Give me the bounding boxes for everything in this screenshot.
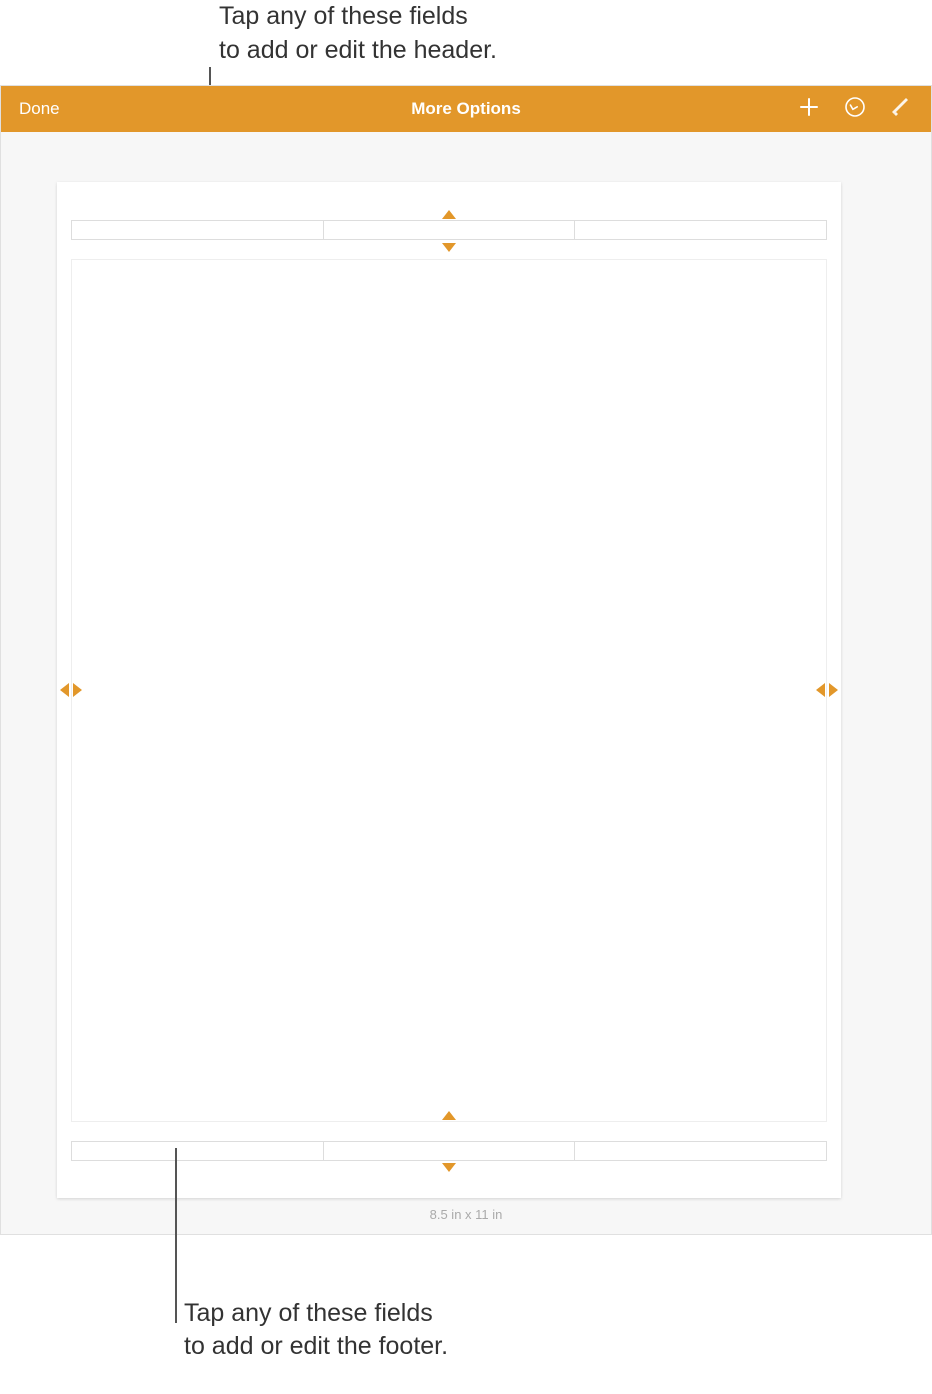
app-window: Done More Options	[0, 85, 932, 1235]
callout-header-line1: Tap any of these fields	[219, 2, 468, 30]
margin-handle-right-outer[interactable]	[829, 683, 838, 697]
margin-handle-footer-top[interactable]	[442, 1111, 456, 1120]
margin-handle-right-inner[interactable]	[816, 683, 825, 697]
document-canvas: 8.5 in x 11 in	[1, 132, 931, 1234]
page-size-label: 8.5 in x 11 in	[430, 1207, 503, 1222]
document-body[interactable]	[71, 259, 827, 1122]
callout-footer-line1: Tap any of these fields	[184, 1299, 433, 1327]
footer-fields-row	[71, 1141, 827, 1161]
format-brush-button[interactable]	[889, 97, 913, 121]
margin-handle-top-outer[interactable]	[442, 210, 456, 219]
margin-handle-left-outer[interactable]	[60, 683, 69, 697]
toolbar-right-group	[797, 97, 913, 121]
footer-field-right[interactable]	[575, 1142, 826, 1160]
header-field-right[interactable]	[575, 221, 826, 239]
brush-icon	[890, 96, 912, 123]
footer-field-left[interactable]	[72, 1142, 324, 1160]
callout-footer-text: Tap any of these fields to add or edit t…	[184, 1297, 448, 1365]
callout-header-text: Tap any of these fields to add or edit t…	[219, 0, 497, 68]
undo-button[interactable]	[843, 97, 867, 121]
margin-handle-left-inner[interactable]	[73, 683, 82, 697]
header-field-left[interactable]	[72, 221, 324, 239]
add-button[interactable]	[797, 97, 821, 121]
margin-handle-header-bottom[interactable]	[442, 243, 456, 252]
done-button[interactable]: Done	[19, 99, 60, 119]
margin-handle-bottom-outer[interactable]	[442, 1163, 456, 1172]
footer-field-center[interactable]	[324, 1142, 576, 1160]
header-fields-row	[71, 220, 827, 240]
plus-icon	[798, 96, 820, 123]
undo-icon	[844, 96, 866, 123]
header-field-center[interactable]	[324, 221, 576, 239]
callout-footer-line2: to add or edit the footer.	[184, 1332, 448, 1360]
document-page[interactable]	[57, 182, 841, 1198]
toolbar-title: More Options	[411, 99, 521, 119]
callout-line-bottom	[175, 1148, 177, 1323]
callout-header-line2: to add or edit the header.	[219, 36, 497, 64]
toolbar: Done More Options	[1, 86, 931, 132]
